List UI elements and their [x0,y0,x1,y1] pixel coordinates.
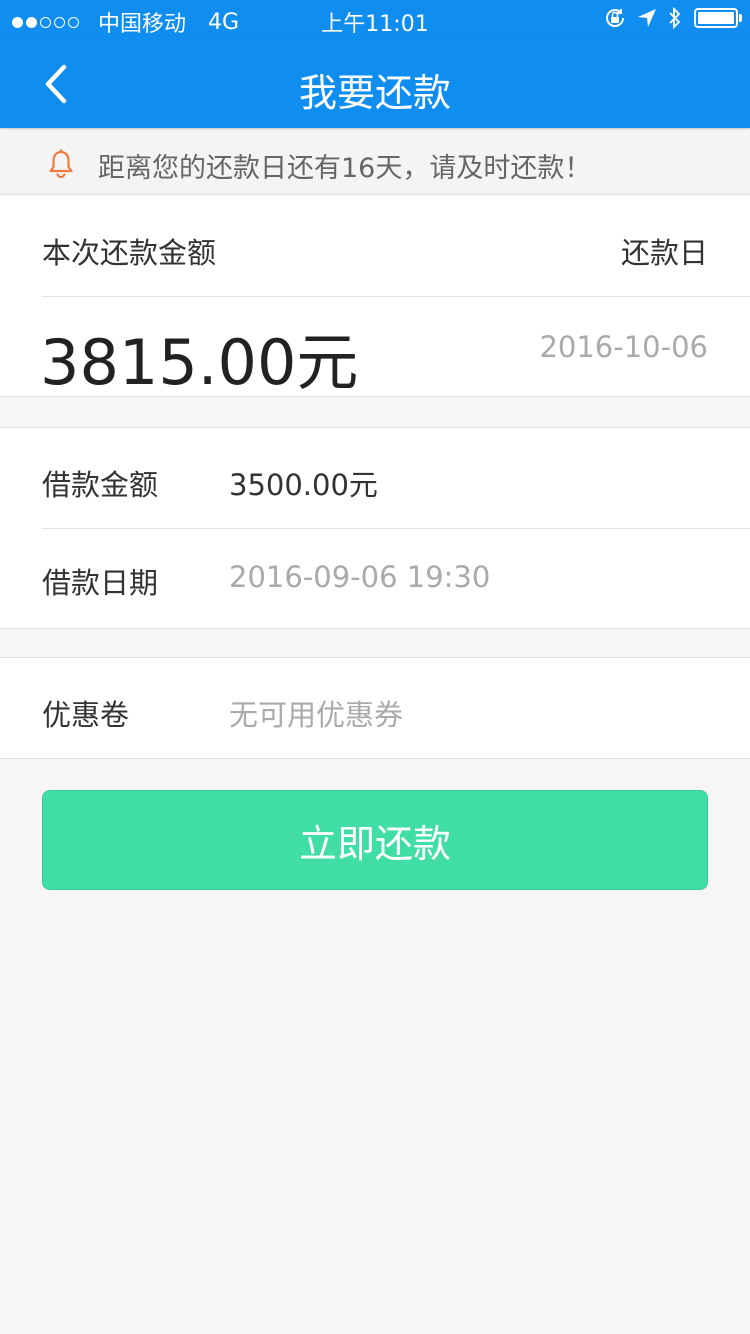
loan-date-label: 借款日期 [42,566,159,600]
repayment-reminder: 距离您的还款日还有16天，请及时还款！ [0,129,750,195]
repay-now-button[interactable]: 立即还款 [42,790,708,890]
coupon-value: 无可用优惠券 [229,698,404,732]
due-date-label: 还款日 [620,236,708,270]
coupon-row[interactable]: 优惠卷 无可用优惠券 [0,657,750,759]
battery-icon [694,8,742,28]
status-right [594,7,742,29]
loan-amount-label: 借款金额 [42,468,159,502]
bell-icon [49,149,73,178]
loan-amount-value: 3500.00元 [229,468,378,502]
page-title: 我要还款 [298,71,451,115]
loan-date-value: 2016-09-06 19:30 [229,560,491,594]
reminder-text: 距离您的还款日还有16天，请及时还款！ [98,153,592,184]
divider [42,528,750,529]
due-date: 2016-10-06 [539,330,708,364]
repayment-amount-label: 本次还款金额 [42,236,217,270]
repayment-summary: 本次还款金额 还款日 3815.00元 2016-10-06 [0,196,750,399]
nav-bar: 我要还款 [0,40,750,128]
battery-level [698,12,734,24]
location-icon [638,9,656,27]
loan-details: 借款金额 3500.00元 借款日期 2016-09-06 19:30 [0,427,750,629]
orientation-lock-icon [606,9,625,27]
repayment-amount: 3815.00元 [40,326,359,399]
status-bar: 中国移动 4G 上午11:01 [0,0,750,40]
bluetooth-icon [669,7,681,29]
divider [42,296,750,297]
coupon-label: 优惠卷 [42,698,130,732]
